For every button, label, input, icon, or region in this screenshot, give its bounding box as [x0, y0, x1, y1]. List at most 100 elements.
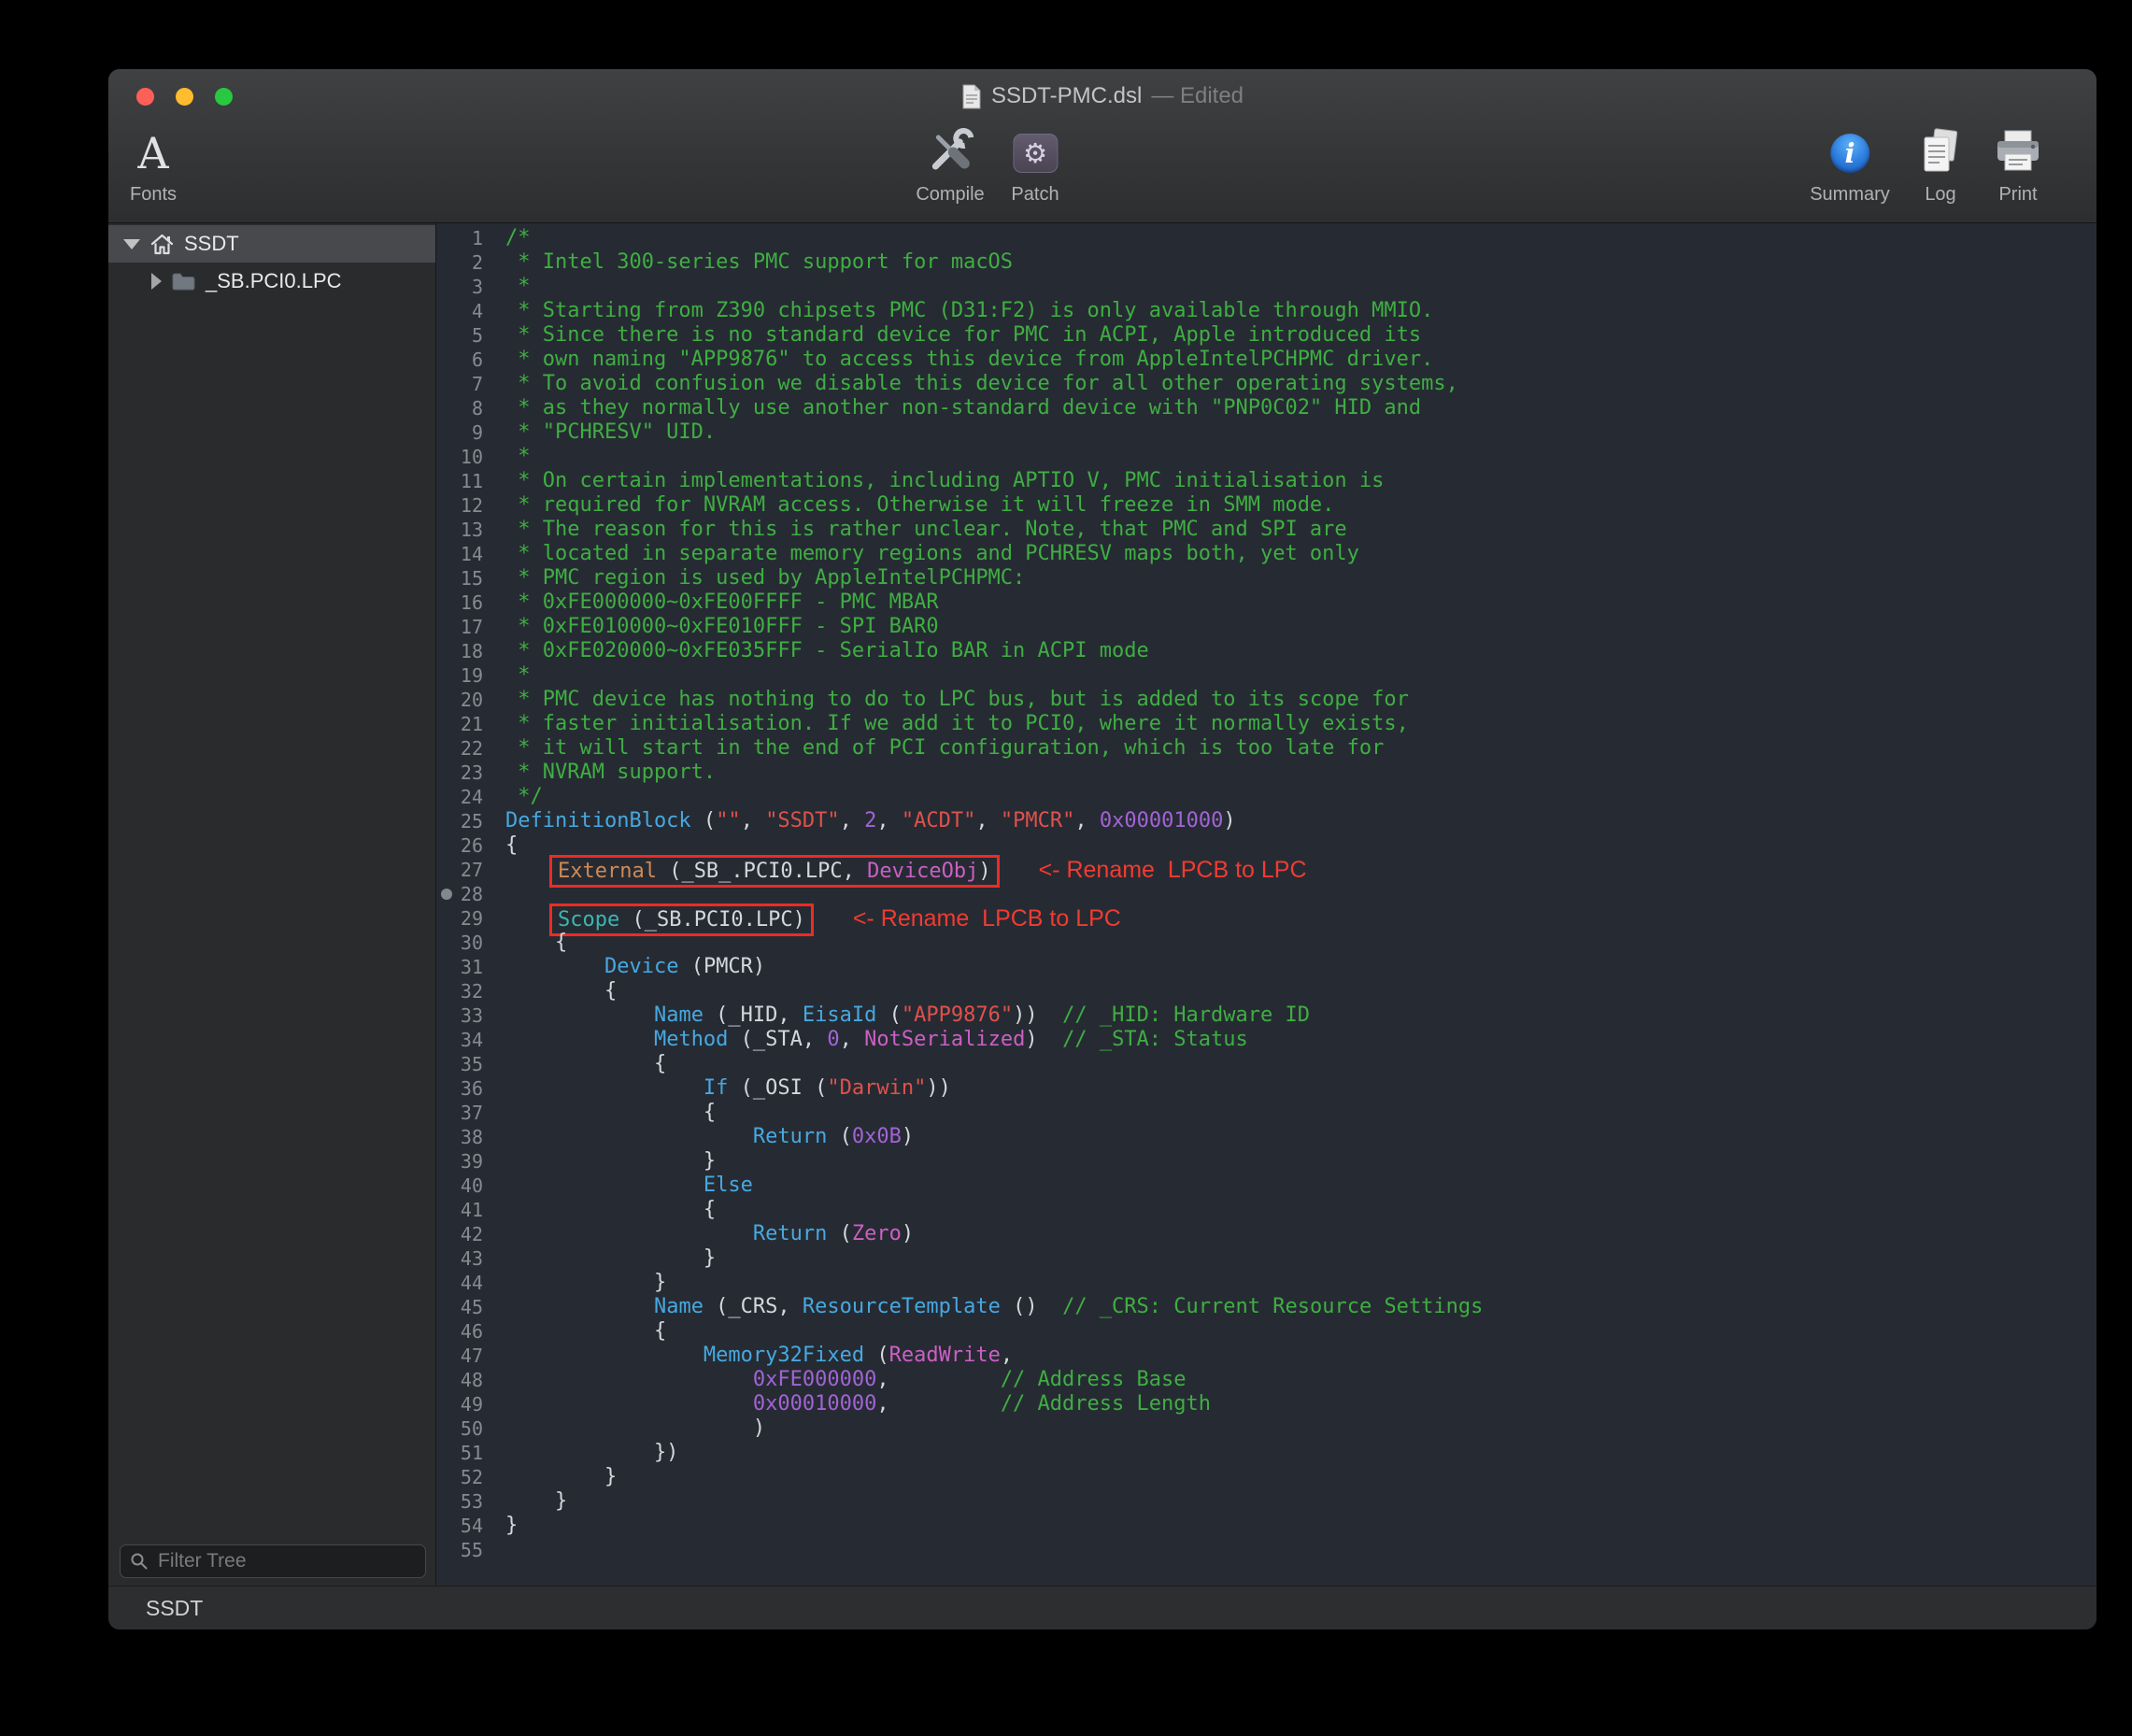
window-title: SSDT-PMC.dsl: [991, 83, 1142, 109]
code-line[interactable]: }: [505, 1149, 2096, 1174]
code-line[interactable]: {: [505, 1319, 2096, 1344]
code-line[interactable]: }: [505, 1489, 2096, 1514]
code-line[interactable]: 0x00010000, // Address Length: [505, 1392, 2096, 1416]
code-line[interactable]: Scope (_SB.PCI0.LPC)<- Rename LPCB to LP…: [505, 906, 2096, 931]
sidebar-item-sb-pci0-lpc[interactable]: _SB.PCI0.LPC: [108, 263, 435, 300]
titlebar[interactable]: SSDT-PMC.dsl — Edited: [108, 69, 2096, 123]
line-number: 9: [436, 420, 494, 445]
minimize-button[interactable]: [176, 88, 193, 106]
line-number: 41: [436, 1198, 494, 1222]
code-line[interactable]: * Starting from Z390 chipsets PMC (D31:F…: [505, 299, 2096, 323]
code-line[interactable]: Else: [505, 1174, 2096, 1198]
code-line[interactable]: * it will start in the end of PCI config…: [505, 736, 2096, 761]
code-line[interactable]: {: [505, 979, 2096, 1003]
line-number: 18: [436, 639, 494, 663]
line-number: 31: [436, 955, 494, 979]
code-line[interactable]: * Intel 300-series PMC support for macOS: [505, 250, 2096, 275]
filter-tree-input[interactable]: [156, 1549, 416, 1573]
line-number: 2: [436, 250, 494, 275]
window-title-edited: — Edited: [1151, 83, 1244, 109]
line-number: 53: [436, 1489, 494, 1514]
print-button[interactable]: Print: [1994, 127, 2042, 206]
code-line[interactable]: * as they normally use another non-stand…: [505, 396, 2096, 420]
fonts-icon: A: [137, 129, 168, 178]
line-number: 12: [436, 493, 494, 518]
summary-button[interactable]: i Summary: [1810, 127, 1890, 206]
line-number: 48: [436, 1368, 494, 1392]
printer-icon: [1994, 129, 2042, 178]
code-line[interactable]: * On certain implementations, including …: [505, 469, 2096, 493]
code-line[interactable]: * own naming "APP9876" to access this de…: [505, 348, 2096, 372]
code-line[interactable]: {: [505, 1101, 2096, 1125]
sidebar-item-ssdt[interactable]: SSDT: [108, 225, 435, 263]
code-line[interactable]: }: [505, 1465, 2096, 1489]
code-line[interactable]: If (_OSI ("Darwin")): [505, 1076, 2096, 1101]
code-line[interactable]: * "PCHRESV" UID.: [505, 420, 2096, 445]
code-line[interactable]: {: [505, 1198, 2096, 1222]
code-line[interactable]: * Since there is no standard device for …: [505, 323, 2096, 348]
code-line[interactable]: * faster initialisation. If we add it to…: [505, 712, 2096, 736]
line-number: 33: [436, 1003, 494, 1028]
status-bar: SSDT: [108, 1586, 2096, 1629]
code-line[interactable]: *: [505, 663, 2096, 688]
patch-button[interactable]: ⚙ Patch: [1011, 127, 1059, 206]
code-line[interactable]: [505, 1538, 2096, 1562]
code-line[interactable]: ): [505, 1416, 2096, 1441]
code-line[interactable]: * The reason for this is rather unclear.…: [505, 518, 2096, 542]
code-line[interactable]: * required for NVRAM access. Otherwise i…: [505, 493, 2096, 518]
line-number: 40: [436, 1174, 494, 1198]
main-content: SSDT _SB.PCI0.LPC: [108, 223, 2096, 1586]
line-number: 38: [436, 1125, 494, 1149]
disclosure-expanded-icon[interactable]: [123, 239, 140, 249]
compile-button[interactable]: Compile: [916, 127, 984, 206]
code-line[interactable]: * located in separate memory regions and…: [505, 542, 2096, 566]
code-line[interactable]: Device (PMCR): [505, 955, 2096, 979]
code-line[interactable]: * 0xFE010000~0xFE010FFF - SPI BAR0: [505, 615, 2096, 639]
line-number: 28: [436, 882, 494, 906]
code-line[interactable]: Method (_STA, 0, NotSerialized) // _STA:…: [505, 1028, 2096, 1052]
code-line[interactable]: *: [505, 275, 2096, 299]
code-editor[interactable]: 1234567891011121314151617181920212223242…: [436, 223, 2096, 1586]
status-text: SSDT: [146, 1596, 203, 1621]
line-number: 54: [436, 1514, 494, 1538]
code-line[interactable]: * PMC device has nothing to do to LPC bu…: [505, 688, 2096, 712]
code-line[interactable]: * PMC region is used by AppleIntelPCHPMC…: [505, 566, 2096, 591]
code-line[interactable]: Name (_CRS, ResourceTemplate () // _CRS:…: [505, 1295, 2096, 1319]
code-line[interactable]: }: [505, 1271, 2096, 1295]
line-number: 15: [436, 566, 494, 591]
close-button[interactable]: [136, 88, 154, 106]
traffic-lights: [136, 69, 233, 123]
title-group: SSDT-PMC.dsl — Edited: [961, 83, 1244, 109]
gutter-marker-dot-icon: [441, 889, 452, 900]
code-lines: /* * Intel 300-series PMC support for ma…: [494, 226, 2096, 1586]
code-line[interactable]: * To avoid confusion we disable this dev…: [505, 372, 2096, 396]
line-number: 35: [436, 1052, 494, 1076]
fonts-button[interactable]: A Fonts: [130, 127, 177, 206]
maciasl-window: SSDT-PMC.dsl — Edited A Fonts: [108, 69, 2096, 1629]
code-line[interactable]: }: [505, 1246, 2096, 1271]
code-line[interactable]: Return (Zero): [505, 1222, 2096, 1246]
code-line[interactable]: */: [505, 785, 2096, 809]
log-label: Log: [1925, 184, 1955, 206]
code-line[interactable]: /*: [505, 226, 2096, 250]
log-button[interactable]: Log: [1918, 127, 1963, 206]
code-line[interactable]: * 0xFE020000~0xFE035FFF - SerialIo BAR i…: [505, 639, 2096, 663]
disclosure-collapsed-icon[interactable]: [151, 273, 162, 290]
code-line[interactable]: Name (_HID, EisaId ("APP9876")) // _HID:…: [505, 1003, 2096, 1028]
code-line[interactable]: External (_SB_.PCI0.LPC, DeviceObj)<- Re…: [505, 858, 2096, 882]
code-line[interactable]: * NVRAM support.: [505, 761, 2096, 785]
code-line[interactable]: Memory32Fixed (ReadWrite,: [505, 1344, 2096, 1368]
code-line[interactable]: Return (0x0B): [505, 1125, 2096, 1149]
code-line[interactable]: }: [505, 1514, 2096, 1538]
code-line[interactable]: 0xFE000000, // Address Base: [505, 1368, 2096, 1392]
code-line[interactable]: }): [505, 1441, 2096, 1465]
code-line[interactable]: DefinitionBlock ("", "SSDT", 2, "ACDT", …: [505, 809, 2096, 833]
line-number: 25: [436, 809, 494, 833]
code-line[interactable]: *: [505, 445, 2096, 469]
filter-tree-field[interactable]: [120, 1544, 426, 1578]
code-line[interactable]: {: [505, 1052, 2096, 1076]
zoom-button[interactable]: [215, 88, 233, 106]
line-number: 21: [436, 712, 494, 736]
code-line[interactable]: * 0xFE000000~0xFE00FFFF - PMC MBAR: [505, 591, 2096, 615]
fonts-label: Fonts: [130, 184, 177, 206]
